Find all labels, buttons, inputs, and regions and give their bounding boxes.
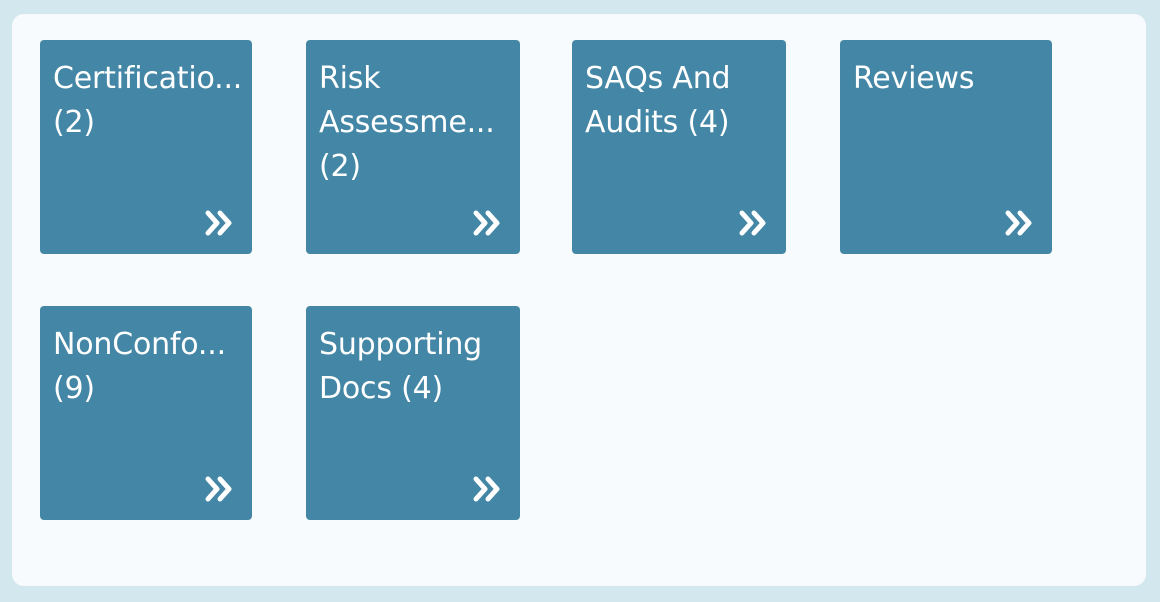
double-chevron-right-icon[interactable] [738,208,770,238]
tile-certifications[interactable]: Certificatio... (2) [40,40,252,254]
tile-supporting-docs[interactable]: Supporting Docs (4) [306,306,520,520]
double-chevron-right-icon[interactable] [204,208,236,238]
tile-label-line: NonConfo... [53,327,226,362]
tile-label-line: Supporting [319,327,482,362]
tile-label: Supporting Docs (4) [319,323,512,411]
tile-label: SAQs And Audits (4) [585,57,778,145]
tile-label: Reviews [853,57,1044,101]
tile-label: NonConfo... (9) [53,323,244,411]
tile-label-line: SAQs And [585,61,731,96]
tile-risk-assessments[interactable]: Risk Assessme... (2) [306,40,520,254]
tile-label-line: (9) [53,371,95,406]
double-chevron-right-icon[interactable] [472,474,504,504]
tile-label-line: Reviews [853,61,975,96]
tile-reviews[interactable]: Reviews [840,40,1052,254]
tile-label-line: Risk [319,61,381,96]
tile-label-line: Certificatio... [53,61,243,96]
tile-label-line: (2) [53,105,95,140]
tile-label: Risk Assessme... (2) [319,57,512,189]
tile-label-line: Assessme... [319,105,495,140]
double-chevron-right-icon[interactable] [1004,208,1036,238]
tile-nonconformities[interactable]: NonConfo... (9) [40,306,252,520]
double-chevron-right-icon[interactable] [204,474,236,504]
tile-label-line: (2) [319,149,361,184]
tile-label: Certificatio... (2) [53,57,244,145]
tile-label-line: Docs (4) [319,371,444,406]
tile-saqs-and-audits[interactable]: SAQs And Audits (4) [572,40,786,254]
double-chevron-right-icon[interactable] [472,208,504,238]
category-panel: Certificatio... (2) Risk Assessme... (2)… [12,14,1146,586]
tile-label-line: Audits (4) [585,105,730,140]
